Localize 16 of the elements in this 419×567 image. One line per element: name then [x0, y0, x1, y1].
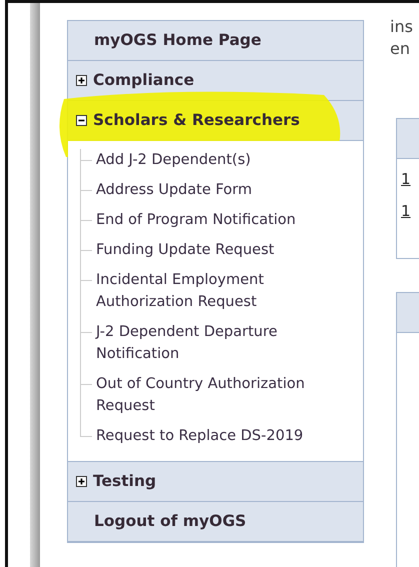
menu-link[interactable]: End of Program Notification	[96, 209, 359, 231]
link[interactable]: 1	[397, 195, 419, 227]
expand-icon[interactable]	[76, 75, 87, 86]
text-line: ins	[390, 16, 414, 38]
menu-link[interactable]: Request to Replace DS-2019	[96, 425, 359, 447]
menu-link[interactable]: Incidental Employment Authorization Request	[96, 269, 359, 313]
collapse-icon[interactable]	[76, 115, 87, 126]
menu-link[interactable]: Out of Country Authorization Request	[96, 373, 359, 417]
menu-link[interactable]: J-2 Dependent Departure Notification	[96, 321, 359, 365]
menu-link[interactable]: Funding Update Request	[96, 239, 359, 261]
text-line: en	[390, 38, 411, 60]
menu-link[interactable]: Address Update Form	[96, 179, 359, 201]
menu-section[interactable]: Testing	[93, 470, 156, 494]
link[interactable]: 1	[397, 163, 419, 195]
expand-icon[interactable]	[76, 476, 87, 487]
menu-link[interactable]: Add J-2 Dependent(s)	[96, 149, 359, 171]
